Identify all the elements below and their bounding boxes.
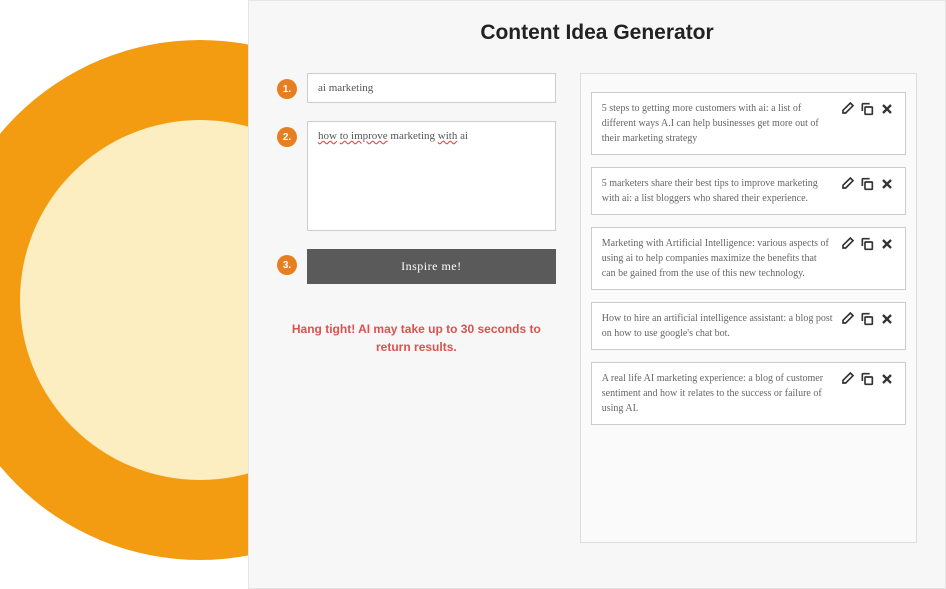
copy-icon[interactable] bbox=[859, 236, 875, 252]
result-text: How to hire an artificial intelligence a… bbox=[602, 311, 833, 341]
close-icon[interactable] bbox=[879, 176, 895, 192]
close-icon[interactable] bbox=[879, 311, 895, 327]
status-message: Hang tight! AI may take up to 30 seconds… bbox=[277, 320, 556, 356]
copy-icon[interactable] bbox=[859, 101, 875, 117]
result-card: A real life AI marketing experience: a b… bbox=[591, 362, 906, 425]
close-icon[interactable] bbox=[879, 101, 895, 117]
result-text: A real life AI marketing experience: a b… bbox=[602, 371, 833, 416]
topic-input[interactable] bbox=[307, 73, 556, 103]
edit-icon[interactable] bbox=[839, 371, 855, 387]
copy-icon[interactable] bbox=[859, 311, 875, 327]
edit-icon[interactable] bbox=[839, 236, 855, 252]
copy-icon[interactable] bbox=[859, 371, 875, 387]
result-card: 5 steps to getting more customers with a… bbox=[591, 92, 906, 155]
step-1-row: 1. bbox=[277, 73, 556, 103]
result-text: 5 marketers share their best tips to imp… bbox=[602, 176, 833, 206]
result-text: Marketing with Artificial Intelligence: … bbox=[602, 236, 833, 281]
result-text: 5 steps to getting more customers with a… bbox=[602, 101, 833, 146]
copy-icon[interactable] bbox=[859, 176, 875, 192]
result-actions bbox=[839, 311, 895, 327]
columns: 1. 2. how to improve marketing with ai 3… bbox=[277, 73, 917, 543]
left-column: 1. 2. how to improve marketing with ai 3… bbox=[277, 73, 556, 543]
generator-panel: Content Idea Generator 1. 2. how to impr… bbox=[248, 0, 946, 589]
result-actions bbox=[839, 176, 895, 192]
step-1-badge: 1. bbox=[277, 79, 297, 99]
results-column: 5 steps to getting more customers with a… bbox=[580, 73, 917, 543]
result-actions bbox=[839, 101, 895, 117]
step-2-row: 2. how to improve marketing with ai bbox=[277, 121, 556, 231]
inspire-button[interactable]: Inspire me! bbox=[307, 249, 556, 284]
close-icon[interactable] bbox=[879, 371, 895, 387]
edit-icon[interactable] bbox=[839, 311, 855, 327]
step-3-row: 3. Inspire me! bbox=[277, 249, 556, 284]
close-icon[interactable] bbox=[879, 236, 895, 252]
edit-icon[interactable] bbox=[839, 176, 855, 192]
step-2-badge: 2. bbox=[277, 127, 297, 147]
result-actions bbox=[839, 371, 895, 387]
result-actions bbox=[839, 236, 895, 252]
page-title: Content Idea Generator bbox=[277, 21, 917, 45]
description-input[interactable]: how to improve marketing with ai bbox=[307, 121, 556, 231]
step-3-badge: 3. bbox=[277, 255, 297, 275]
result-card: 5 marketers share their best tips to imp… bbox=[591, 167, 906, 215]
edit-icon[interactable] bbox=[839, 101, 855, 117]
result-card: Marketing with Artificial Intelligence: … bbox=[591, 227, 906, 290]
result-card: How to hire an artificial intelligence a… bbox=[591, 302, 906, 350]
